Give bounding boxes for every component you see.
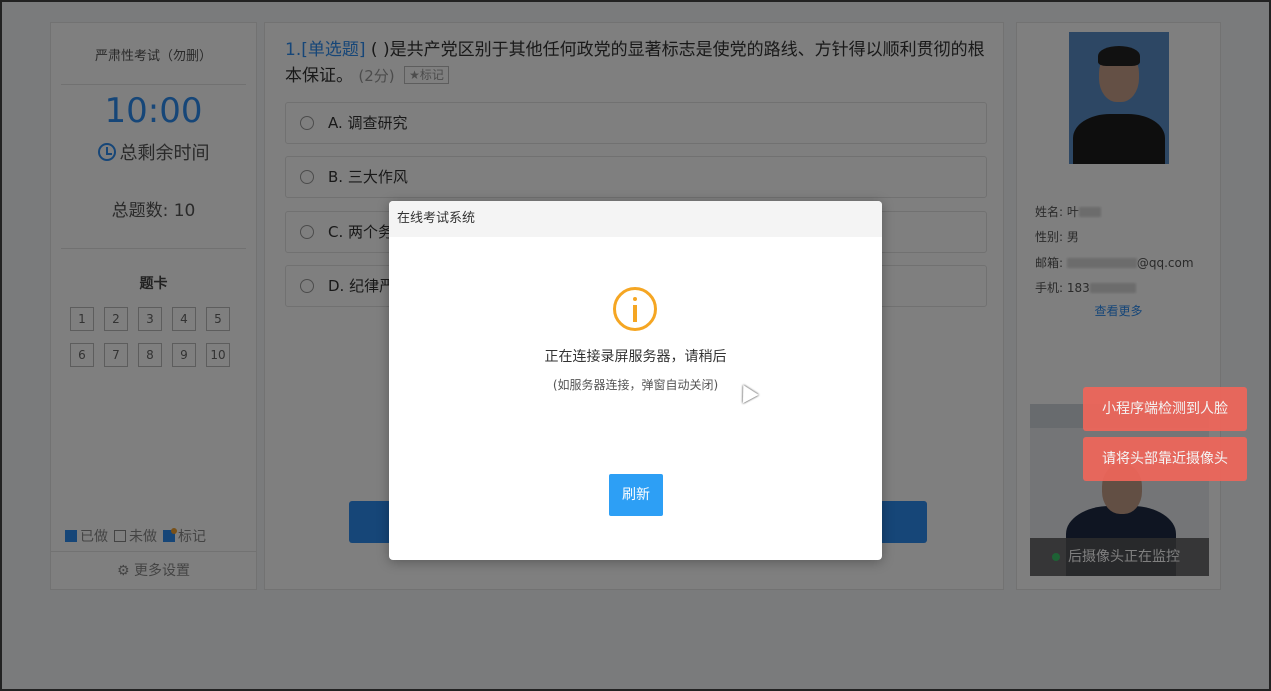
dialog-submessage: (如服务器连接，弹窗自动关闭)	[552, 378, 719, 392]
dialog-message: 正在连接录屏服务器，请稍后	[544, 349, 727, 365]
refresh-button[interactable]: 刷新	[609, 474, 663, 516]
info-warning-icon	[613, 287, 657, 331]
move-closer-toast: 请将头部靠近摄像头	[1083, 437, 1247, 481]
connection-dialog: 在线考试系统 正在连接录屏服务器，请稍后 (如服务器连接，弹窗自动关闭) 刷新	[389, 201, 882, 560]
dialog-title: 在线考试系统	[389, 201, 882, 237]
face-detected-toast: 小程序端检测到人脸	[1083, 387, 1247, 431]
